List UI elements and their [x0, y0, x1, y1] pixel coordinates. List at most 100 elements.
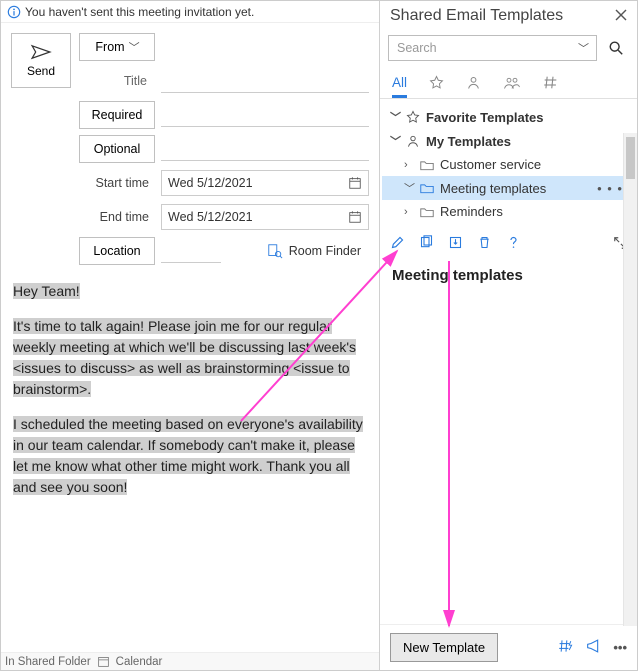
search-icon: [608, 40, 624, 56]
send-label: Send: [27, 64, 55, 78]
calendar-small-icon: [97, 655, 110, 668]
help-icon: [506, 235, 521, 250]
new-template-label: New Template: [403, 640, 485, 655]
required-input[interactable]: [161, 103, 369, 127]
search-button[interactable]: [603, 35, 629, 61]
chevron-right-icon: ›: [404, 206, 414, 218]
folder-title: Meeting templates: [380, 261, 637, 292]
tree-label: Customer service: [440, 157, 541, 172]
send-button[interactable]: Send: [11, 33, 71, 88]
body-para-1: Hey Team!: [13, 283, 80, 299]
room-finder-icon: [267, 243, 283, 259]
title-input[interactable]: [161, 69, 369, 93]
more-button[interactable]: •••: [613, 640, 627, 655]
import-icon: [448, 235, 463, 250]
status-calendar-text: Calendar: [116, 656, 163, 668]
folder-toolbar: [380, 227, 637, 261]
announce-button[interactable]: [586, 639, 601, 656]
person-icon: [466, 75, 481, 90]
folder-content-area: [380, 292, 637, 624]
location-label: Location: [93, 244, 140, 258]
folder-icon: [420, 159, 434, 171]
hash-bolt-icon: [558, 639, 574, 653]
copy-button[interactable]: [419, 235, 434, 253]
start-time-label: Start time: [79, 169, 155, 197]
new-template-button[interactable]: New Template: [390, 633, 498, 662]
templates-tree: ﹀ Favorite Templates ﹀ My Templates › Cu…: [380, 99, 637, 227]
info-icon: [7, 5, 21, 19]
body-para-3: I scheduled the meeting based on everyon…: [13, 416, 363, 495]
close-icon: [615, 9, 627, 21]
start-time-value: Wed 5/12/2021: [168, 176, 253, 190]
star-icon: [429, 75, 444, 90]
info-bar-text: You haven't sent this meeting invitation…: [25, 5, 254, 19]
chevron-down-icon: ﹀: [390, 109, 400, 125]
calendar-icon: [348, 210, 362, 224]
end-time-label: End time: [79, 203, 155, 231]
end-time-value: Wed 5/12/2021: [168, 210, 253, 224]
start-time-input[interactable]: Wed 5/12/2021: [161, 170, 369, 196]
search-placeholder: Search: [397, 41, 437, 55]
tab-team[interactable]: [503, 75, 521, 93]
from-button[interactable]: From ﹀: [79, 33, 155, 61]
person-icon: [406, 134, 420, 148]
from-label: From: [95, 40, 124, 54]
info-bar: You haven't sent this meeting invitation…: [1, 1, 379, 23]
hash-shortcut-button[interactable]: [558, 639, 574, 656]
tree-label: Reminders: [440, 204, 503, 219]
tab-all[interactable]: All: [392, 69, 407, 98]
location-input[interactable]: [161, 239, 221, 263]
copy-icon: [419, 235, 434, 250]
chevron-right-icon: ›: [404, 159, 414, 171]
body-para-2: It's time to talk again! Please join me …: [13, 318, 356, 397]
chevron-down-icon: ﹀: [129, 39, 139, 55]
optional-button[interactable]: Optional: [79, 135, 155, 163]
status-folder-text: In Shared Folder: [5, 656, 91, 668]
chevron-down-icon: ﹀: [578, 40, 588, 56]
status-bar: In Shared Folder Calendar: [1, 652, 379, 670]
tab-hash[interactable]: [543, 75, 558, 93]
tree-item-meeting-templates[interactable]: ﹀ Meeting templates • • •: [382, 176, 637, 200]
required-button[interactable]: Required: [79, 101, 155, 129]
tree-scrollbar[interactable]: [623, 133, 637, 626]
room-finder-button[interactable]: Room Finder: [267, 243, 361, 259]
calendar-icon: [348, 176, 362, 190]
title-label: Title: [79, 67, 155, 95]
tree-label: My Templates: [426, 134, 511, 149]
folder-icon: [420, 206, 434, 218]
tree-item-favorites[interactable]: ﹀ Favorite Templates: [382, 105, 637, 129]
tree-item-reminders[interactable]: › Reminders: [382, 200, 637, 223]
tab-person[interactable]: [466, 75, 481, 93]
location-button[interactable]: Location: [79, 237, 155, 265]
close-button[interactable]: [615, 8, 627, 24]
chevron-down-icon: ﹀: [390, 133, 400, 149]
star-icon: [406, 110, 420, 124]
pane-title: Shared Email Templates: [390, 7, 563, 25]
required-label: Required: [92, 108, 143, 122]
tree-item-my-templates[interactable]: ﹀ My Templates: [382, 129, 637, 153]
tree-label: Favorite Templates: [426, 110, 544, 125]
hash-icon: [543, 75, 558, 90]
import-button[interactable]: [448, 235, 463, 253]
tree-item-customer-service[interactable]: › Customer service: [382, 153, 637, 176]
scrollbar-thumb[interactable]: [626, 137, 635, 179]
room-finder-label: Room Finder: [289, 244, 361, 258]
team-icon: [503, 75, 521, 90]
tree-label: Meeting templates: [440, 181, 546, 196]
delete-button[interactable]: [477, 235, 492, 253]
optional-input[interactable]: [161, 137, 369, 161]
search-input[interactable]: Search ﹀: [388, 35, 597, 61]
send-icon: [30, 44, 52, 60]
folder-open-icon: [420, 182, 434, 194]
message-body[interactable]: Hey Team! It's time to talk again! Pleas…: [1, 271, 379, 670]
edit-button[interactable]: [390, 235, 405, 253]
tab-favorites[interactable]: [429, 75, 444, 93]
tab-all-label: All: [392, 75, 407, 90]
end-time-input[interactable]: Wed 5/12/2021: [161, 204, 369, 230]
optional-label: Optional: [94, 142, 141, 156]
templates-pane: Shared Email Templates Search ﹀ All: [379, 1, 637, 670]
help-button[interactable]: [506, 235, 521, 253]
chevron-down-icon: ﹀: [404, 180, 414, 196]
trash-icon: [477, 235, 492, 250]
megaphone-icon: [586, 639, 601, 653]
